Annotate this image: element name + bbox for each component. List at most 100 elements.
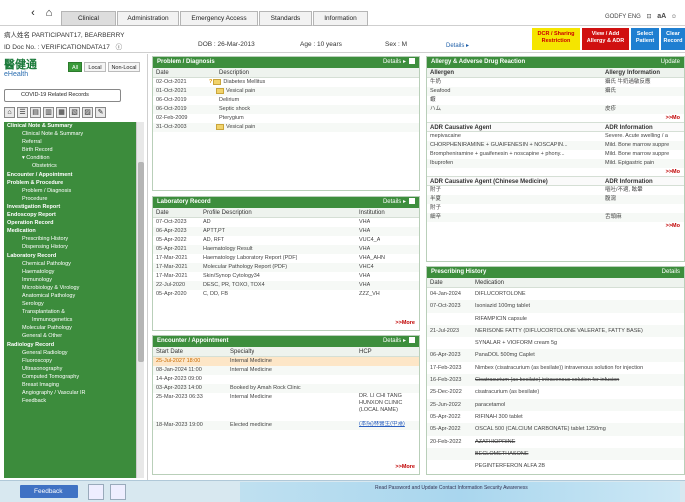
sidebar-item[interactable]: Clinical Note & Summary: [4, 122, 136, 130]
lab-row[interactable]: 06-Apr-2023 APTT,PT VHA: [153, 227, 419, 236]
problem-row[interactable]: 06-Oct-2019 Septic shock: [153, 105, 419, 114]
prescribing-row[interactable]: 05-Apr-2022 OSCAL 500 (CALCIUM CARBONATE)…: [427, 423, 684, 436]
problem-row[interactable]: 02-Feb-2009 Pterygium: [153, 114, 419, 123]
sidebar-item[interactable]: Transplantation &: [4, 308, 136, 316]
sidebar-item[interactable]: Fluoroscopy: [4, 357, 136, 365]
dcr-sharing-button[interactable]: DCR / Sharing Restriction: [532, 28, 580, 50]
feedback-button[interactable]: Feedback: [20, 485, 78, 498]
sidebar-item[interactable]: Immunogenetics: [4, 316, 136, 324]
sidebar-scrollbar[interactable]: [136, 122, 144, 478]
bottom-tool-2-icon[interactable]: [110, 484, 126, 500]
adr-row[interactable]: Brompheniramine + guaifenesin + noscapin…: [427, 150, 684, 159]
filter-nonlocal-button[interactable]: Non-Local: [108, 62, 140, 72]
sidebar-item[interactable]: Birth Record: [4, 146, 136, 154]
prescribing-row[interactable]: 25-Jun-2022 paracetamol: [427, 398, 684, 411]
bottom-tool-1-icon[interactable]: [88, 484, 104, 500]
sidebar-item[interactable]: Radiology Record: [4, 341, 136, 349]
sidebar-item[interactable]: ▾ Condition: [4, 154, 136, 162]
covid-records-button[interactable]: COVID-19 Related Records: [4, 89, 121, 102]
tab-clinical[interactable]: Clinical: [61, 11, 116, 26]
allergy-row[interactable]: 蝦: [427, 96, 684, 105]
prescribing-row[interactable]: 05-Apr-2022 RIFINAH 300 tablet: [427, 411, 684, 423]
window-icon[interactable]: ⊡: [647, 14, 652, 20]
sidebar-item[interactable]: Serology: [4, 300, 136, 308]
encounter-row[interactable]: 03-Apr-2023 14:00 Booked by Amah Rock Cli…: [153, 384, 419, 393]
encounter-row[interactable]: 08-Jan-2024 11:00 Internal Medicine: [153, 366, 419, 375]
tab-emergency-access[interactable]: Emergency Access: [180, 11, 258, 26]
view-add-allergy-button[interactable]: View / Add Allergy & ADR: [582, 28, 629, 50]
adr-row[interactable]: mepivacaine Severe. Acute swelling / a: [427, 132, 684, 141]
sidebar-item[interactable]: Obstetrics: [4, 162, 136, 170]
prescribing-row[interactable]: RIFAMPICIN capsule: [427, 313, 684, 325]
chart-tool-icon[interactable]: ▥: [43, 107, 54, 118]
cm-adr-row[interactable]: 細辛 舌頭麻: [427, 213, 684, 222]
sidebar-item[interactable]: Referral: [4, 138, 136, 146]
adr-row[interactable]: CHORPHENIRAMINE + GUAIFENESIN + NOSCAPIN…: [427, 141, 684, 150]
sidebar-item[interactable]: Investigation Report: [4, 203, 136, 211]
sidebar-item[interactable]: General & Other: [4, 332, 136, 340]
security-banner[interactable]: Read Password and Update Contact Informa…: [240, 482, 680, 502]
prescribing-row[interactable]: 25-Dec-2022 cisatracurium (as besilate): [427, 386, 684, 398]
tab-information[interactable]: Information: [313, 11, 368, 26]
sidebar-item[interactable]: Dispensing History: [4, 243, 136, 251]
lab-details-link[interactable]: Details ▸: [383, 197, 415, 208]
sidebar-item[interactable]: General Radiology: [4, 349, 136, 357]
clear-record-button[interactable]: Clear Record: [661, 28, 685, 50]
sidebar-item[interactable]: Procedure: [4, 195, 136, 203]
allergy-update-link[interactable]: Update: [661, 57, 680, 68]
filter-all-button[interactable]: All: [68, 62, 82, 72]
prescribing-row[interactable]: PEGINTERFERON ALFA 2B: [427, 460, 684, 472]
cm-adr-row[interactable]: 附子: [427, 204, 684, 213]
sidebar-item[interactable]: Chemical Pathology: [4, 260, 136, 268]
allergy-row[interactable]: Seafood 攝氏: [427, 87, 684, 96]
home-tool-icon[interactable]: ⌂: [4, 107, 15, 118]
encounter-row[interactable]: 25-Jul-2027 18:00 Internal Medicine: [153, 357, 419, 366]
prescribing-details-link[interactable]: Details: [662, 267, 680, 278]
home-icon[interactable]: ⌂: [42, 6, 56, 20]
sidebar-item[interactable]: Feedback: [4, 397, 136, 405]
user-icon[interactable]: ☺: [671, 14, 677, 20]
tab-administration[interactable]: Administration: [117, 11, 179, 26]
sidebar-item[interactable]: Ultrasonography: [4, 365, 136, 373]
sidebar-item[interactable]: Molecular Pathology: [4, 324, 136, 332]
prescribing-row[interactable]: 17-Feb-2023 Nimbex (cisatracurium (as bes…: [427, 362, 684, 374]
report-tool-icon[interactable]: ▧: [69, 107, 80, 118]
lab-row[interactable]: 17-Mar-2021 Haematology Laboratory Report…: [153, 254, 419, 263]
sidebar-item[interactable]: Prescribing History: [4, 235, 136, 243]
cm-more-link[interactable]: >>Mo: [666, 222, 680, 231]
problem-row[interactable]: 06-Oct-2019 Delirium: [153, 96, 419, 105]
sidebar-item[interactable]: Haematology: [4, 268, 136, 276]
sidebar-item[interactable]: Clinical Note & Summary: [4, 130, 136, 138]
prescribing-row[interactable]: BECLOMETHASONE: [427, 447, 684, 461]
encounter-details-link[interactable]: Details ▸: [383, 336, 415, 347]
info-icon[interactable]: ⓘ: [116, 44, 123, 51]
encounter-row[interactable]: 25-Mar-2023 06:33 Internal Medicine DR. LI…: [153, 393, 419, 421]
sidebar-item[interactable]: Encounter / Appointment: [4, 171, 136, 179]
sidebar-item[interactable]: Computed Tomography: [4, 373, 136, 381]
sidebar-item[interactable]: Problem / Diagnosis: [4, 187, 136, 195]
sidebar-item[interactable]: Problem & Procedure: [4, 179, 136, 187]
encounter-row[interactable]: 18-Mar-2023 19:00 Elected medicine (本院)林醫生…: [153, 421, 419, 430]
font-size-control[interactable]: aA: [657, 13, 666, 20]
prescribing-row[interactable]: 06-Apr-2023 PanaDOL 500mg Caplet: [427, 349, 684, 362]
encounter-more-link[interactable]: >>More: [395, 464, 415, 470]
allergy-row[interactable]: ハム 皮疹: [427, 105, 684, 114]
prescribing-row[interactable]: 07-Oct-2023 Isoniazid 100mg tablet: [427, 300, 684, 313]
sidebar-scrollbar-thumb[interactable]: [138, 162, 144, 362]
pen-tool-icon[interactable]: ✎: [95, 107, 106, 118]
sidebar-item[interactable]: Operation Record: [4, 219, 136, 227]
lab-row[interactable]: 05-Apr-2020 C, DD, FB ZZZ_VH: [153, 290, 419, 299]
patient-details-link[interactable]: Details ▸: [446, 42, 469, 49]
prescribing-row[interactable]: 04-Jan-2024 DIFLUCORTOLONE: [427, 288, 684, 300]
problem-row[interactable]: 02-Oct-2021? Diabetes Mellitus: [153, 78, 419, 87]
sidebar-item[interactable]: Laboratory Record: [4, 252, 136, 260]
cm-adr-row[interactable]: 半夏 腹瀉: [427, 195, 684, 204]
prescribing-row[interactable]: 16-Feb-2023 Cisatracurium (as besilate) i…: [427, 374, 684, 387]
folder-tool-icon[interactable]: ▤: [30, 107, 41, 118]
lab-row[interactable]: 22-Jul-2020 DESC, PR, TOXO, TOX4 VHA: [153, 281, 419, 290]
lab-row[interactable]: 05-Apr-2021 Haematology Result VHA: [153, 245, 419, 254]
lab-row[interactable]: 17-Mar-2021 Skin/Synop Cytology34 VHA: [153, 272, 419, 281]
back-icon[interactable]: ‹: [26, 6, 40, 20]
sidebar-item[interactable]: Angiography / Vascular IR: [4, 389, 136, 397]
prescribing-row[interactable]: 20-Feb-2022 AZATHIOPRINE: [427, 436, 684, 448]
